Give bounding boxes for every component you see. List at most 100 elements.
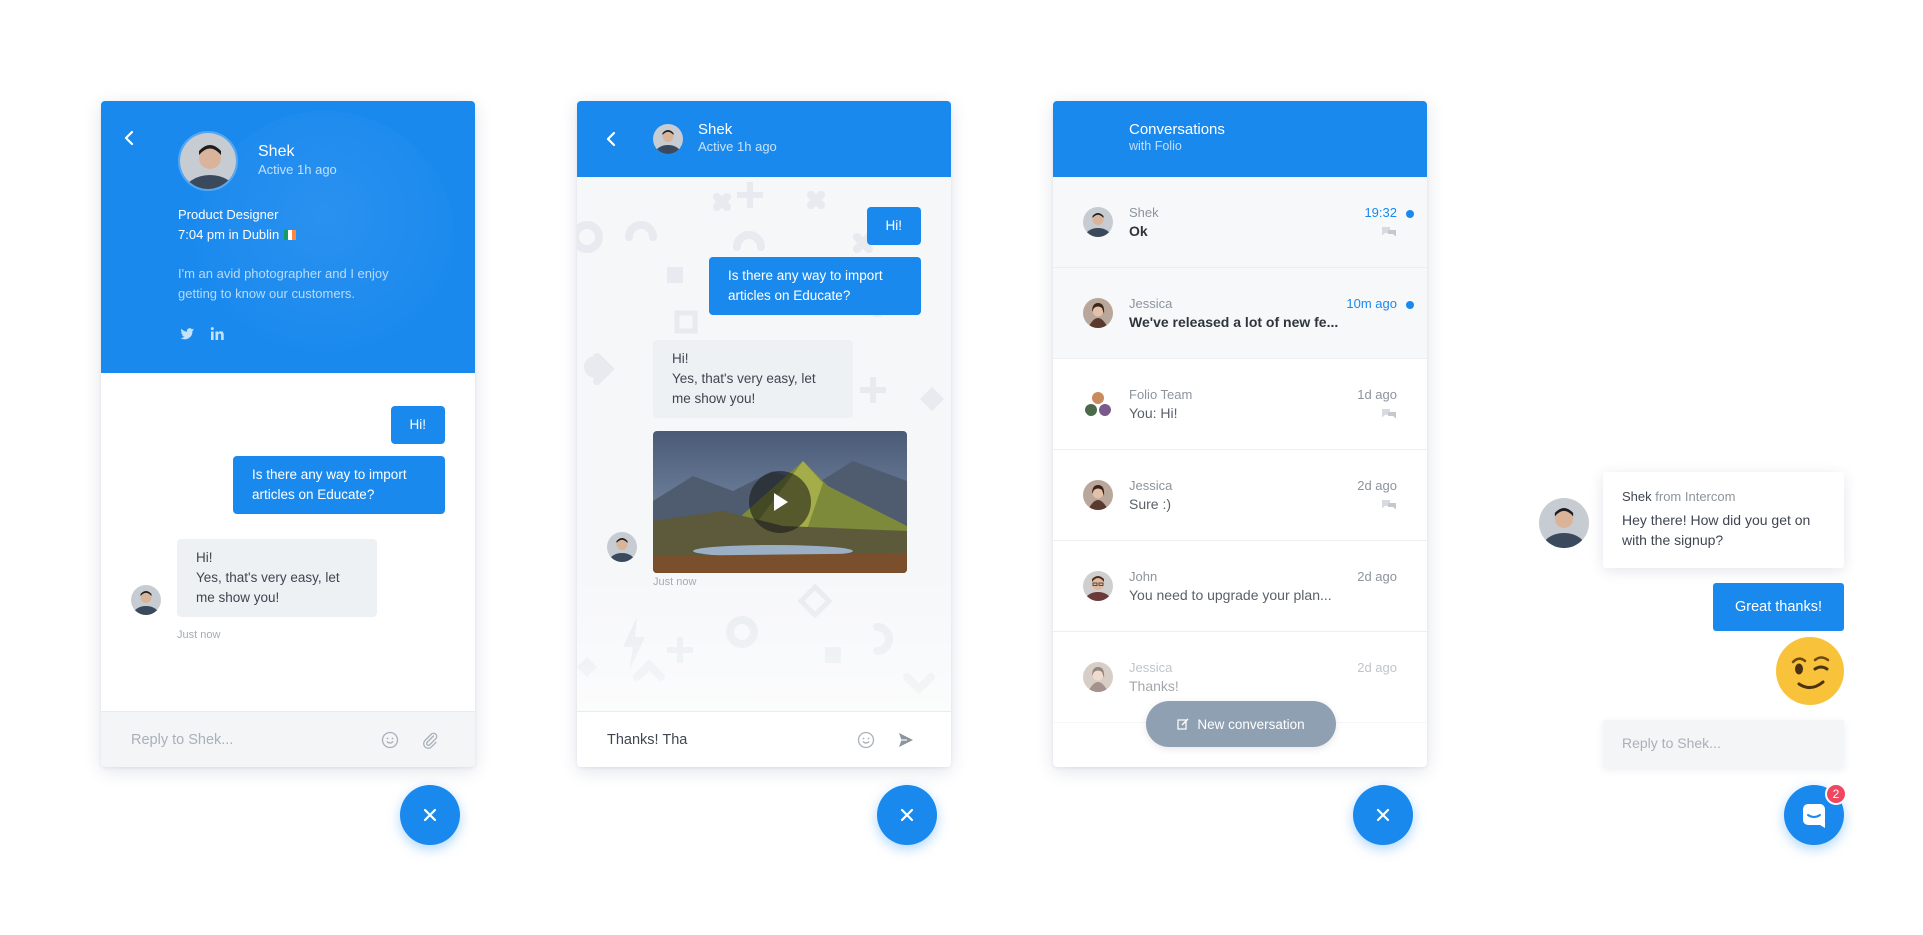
- conversation-preview: You: Hi!: [1129, 405, 1178, 421]
- profile-header: Shek Active 1h ago Product Designer 7:04…: [101, 101, 475, 373]
- chat-launcher-icon: [1803, 804, 1825, 828]
- message-bubble-incoming: Hi! Yes, that's very easy, let me show y…: [177, 539, 377, 617]
- back-chevron-icon[interactable]: [120, 128, 140, 148]
- chat-bubbles-icon: [1382, 227, 1396, 237]
- conversation-preview: We've released a lot of new fe...: [1129, 314, 1339, 330]
- unread-dot: [1406, 301, 1414, 309]
- twitter-icon[interactable]: [178, 325, 196, 343]
- avatar: [1083, 207, 1113, 237]
- conversation-preview: Ok: [1129, 223, 1148, 239]
- new-conversation-label: New conversation: [1197, 716, 1305, 732]
- winking-face-icon: [1776, 637, 1844, 705]
- conversation-preview: You need to upgrade your plan...: [1129, 587, 1332, 603]
- conversation-sender: Jessica: [1129, 660, 1173, 675]
- conversations-panel: Conversations with Folio Shek Ok 19:32 J…: [1053, 101, 1427, 767]
- notification-message: Hey there! How did you get on with the s…: [1622, 512, 1811, 548]
- quick-reply-bubble[interactable]: Great thanks!: [1713, 583, 1844, 631]
- sender-company: from Intercom: [1655, 489, 1736, 504]
- profile-role: Product Designer: [178, 207, 279, 222]
- reply-input[interactable]: Thanks! Tha: [607, 732, 687, 748]
- profile-name: Shek: [258, 143, 295, 160]
- play-icon: [774, 493, 788, 511]
- message-timestamp: Just now: [653, 576, 697, 588]
- profile-location-text: 7:04 pm in Dublin: [178, 227, 280, 242]
- conversation-item[interactable]: Shek Ok 19:32: [1053, 177, 1427, 268]
- conversation-time: 19:32: [1364, 205, 1397, 220]
- agent-avatar: [1539, 498, 1589, 548]
- close-messenger-button[interactable]: [877, 785, 937, 845]
- conversations-header: Conversations with Folio: [1053, 101, 1427, 177]
- profile-chat-panel: Shek Active 1h ago Product Designer 7:04…: [101, 101, 475, 767]
- close-messenger-button[interactable]: [1353, 785, 1413, 845]
- conversation-sender: Jessica: [1129, 296, 1173, 311]
- conversation-sender: Shek: [1129, 205, 1159, 220]
- conversation-item[interactable]: Jessica We've released a lot of new fe..…: [1053, 268, 1427, 359]
- chat-status: Active 1h ago: [698, 139, 777, 154]
- message-bubble-incoming: Hi! Yes, that's very easy, let me show y…: [653, 340, 853, 418]
- profile-bio: I'm an avid photographer and I enjoy get…: [178, 266, 389, 301]
- conversation-item[interactable]: Folio Team You: Hi! 1d ago: [1053, 359, 1427, 450]
- new-conversation-button[interactable]: New conversation: [1146, 701, 1336, 747]
- sender-name: Shek: [1622, 489, 1652, 504]
- emoji-icon[interactable]: [381, 731, 399, 749]
- conversation-sender: John: [1129, 569, 1158, 584]
- chat-bubbles-icon: [1382, 409, 1396, 419]
- unread-count-badge: 2: [1825, 783, 1847, 805]
- conversation-item[interactable]: Jessica Sure :) 2d ago: [1053, 450, 1427, 541]
- conversation-sender: Folio Team: [1129, 387, 1193, 402]
- play-button[interactable]: [749, 471, 811, 533]
- message-timestamp: Just now: [177, 629, 221, 641]
- conversation-item[interactable]: John You need to upgrade your plan... 2d…: [1053, 541, 1427, 632]
- conversation-time: 2d ago: [1357, 478, 1397, 493]
- avatar: [1083, 480, 1113, 510]
- profile-status: Active 1h ago: [258, 162, 337, 177]
- chat-background-fade: [577, 571, 951, 711]
- conversation-time: 10m ago: [1346, 296, 1397, 311]
- close-icon: [900, 808, 914, 822]
- compose-icon: [1177, 718, 1189, 730]
- chat-header: Shek Active 1h ago: [577, 101, 951, 177]
- back-chevron-icon[interactable]: [602, 129, 622, 149]
- emoji-icon[interactable]: [857, 731, 875, 749]
- attachment-icon[interactable]: [421, 731, 439, 749]
- agent-avatar: [131, 585, 161, 615]
- avatar: [1083, 662, 1113, 692]
- conversation-preview: Thanks!: [1129, 678, 1179, 694]
- avatar: [1083, 298, 1113, 328]
- message-bubble-outgoing: Is there any way to import articles on E…: [233, 456, 445, 514]
- avatar: [1083, 571, 1113, 601]
- avatar: [653, 124, 683, 154]
- message-bubble-outgoing: Hi!: [390, 406, 445, 444]
- conversation-preview: Sure :): [1129, 496, 1172, 512]
- notification-card[interactable]: Shek from Intercom Hey there! How did yo…: [1603, 472, 1844, 568]
- chat-panel: Shek Active 1h ago Hi! Is there any way …: [577, 101, 951, 767]
- linkedin-icon[interactable]: [209, 325, 227, 343]
- conversation-time: 2d ago: [1357, 569, 1397, 584]
- conversation-time: 2d ago: [1357, 660, 1397, 675]
- conversation-sender: Jessica: [1129, 478, 1173, 493]
- ireland-flag-icon: [284, 229, 297, 240]
- group-avatar: [1083, 389, 1113, 419]
- video-attachment[interactable]: [653, 431, 907, 573]
- avatar: [178, 131, 238, 191]
- close-messenger-button[interactable]: [400, 785, 460, 845]
- close-icon: [1376, 808, 1390, 822]
- unread-dot: [1406, 210, 1414, 218]
- chat-title: Shek: [698, 121, 733, 138]
- reply-composer[interactable]: Thanks! Tha: [577, 711, 951, 767]
- message-bubble-outgoing: Hi!: [866, 207, 921, 245]
- conversation-list: Shek Ok 19:32 Jessica We've released a l…: [1053, 177, 1427, 723]
- send-icon[interactable]: [897, 731, 915, 749]
- agent-avatar: [607, 532, 637, 562]
- notification-sender: Shek from Intercom: [1622, 489, 1735, 504]
- close-icon: [423, 808, 437, 822]
- reply-composer[interactable]: Reply to Shek...: [101, 711, 475, 767]
- message-bubble-outgoing: Is there any way to import articles on E…: [709, 257, 921, 315]
- conversations-title: Conversations: [1129, 121, 1225, 138]
- chat-bubbles-icon: [1382, 500, 1396, 510]
- reply-input[interactable]: Reply to Shek...: [1603, 720, 1844, 768]
- profile-location: 7:04 pm in Dublin: [178, 227, 297, 242]
- reply-input[interactable]: Reply to Shek...: [131, 732, 233, 748]
- conversations-subtitle: with Folio: [1129, 139, 1182, 153]
- conversation-time: 1d ago: [1357, 387, 1397, 402]
